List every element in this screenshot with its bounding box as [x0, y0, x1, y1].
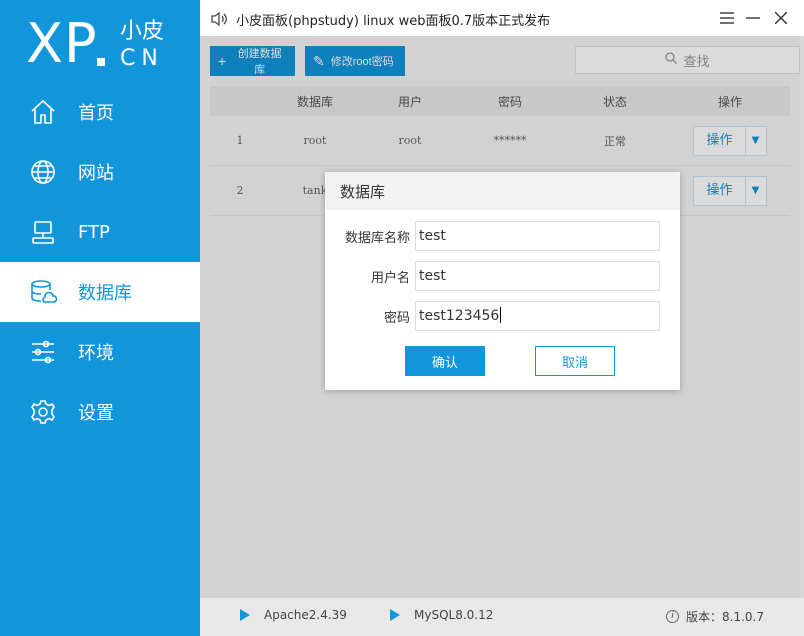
database-name-input[interactable]: test: [415, 221, 660, 251]
dialog-title-text: 数据库: [340, 182, 386, 201]
title-bar: 小皮面板(phpstudy) linux web面板0.7版本正式发布: [200, 0, 804, 36]
username-value: test: [419, 268, 446, 284]
logo-dot: [97, 58, 105, 66]
logo-cn-text: 小皮: [120, 19, 165, 44]
text-caret: [500, 307, 502, 323]
database-name-label: 数据库名称: [344, 231, 410, 246]
password-value: test123456: [419, 308, 500, 324]
database-dialog: 数据库 数据库名称 test 用户名 test 密码 test123456 确认…: [325, 172, 680, 390]
window-edge: [800, 36, 804, 636]
speaker-icon: [210, 10, 228, 28]
version-info: i 版本：8.1.0.7: [666, 608, 764, 625]
mysql-label: MySQL8.0.12: [414, 608, 494, 622]
sidebar-item-settings[interactable]: 设置: [0, 382, 200, 442]
sidebar-item-ftp[interactable]: FTP: [0, 202, 200, 262]
username-label: 用户名: [370, 271, 410, 286]
window-title: 小皮面板(phpstudy) linux web面板0.7版本正式发布: [236, 14, 551, 29]
sidebar-item-website[interactable]: 网站: [0, 142, 200, 202]
server-icon: [28, 217, 58, 247]
database-name-value: test: [419, 228, 446, 244]
password-input[interactable]: test123456: [415, 301, 660, 331]
globe-icon: [28, 157, 58, 187]
field-row-database-name: 数据库名称 test: [325, 221, 680, 251]
sidebar-item-label: FTP: [78, 221, 110, 243]
sidebar-item-label: 网站: [78, 163, 114, 184]
info-icon: i: [666, 610, 679, 623]
mysql-status[interactable]: MySQL8.0.12: [390, 608, 493, 622]
sidebar-item-home[interactable]: 首页: [0, 82, 200, 142]
logo-xp: XP: [26, 12, 98, 75]
menu-icon[interactable]: [717, 8, 737, 28]
sidebar-item-environment[interactable]: 环境: [0, 322, 200, 382]
apache-status[interactable]: Apache2.4.39: [240, 608, 347, 622]
close-icon[interactable]: [771, 8, 791, 28]
confirm-button[interactable]: 确认: [405, 346, 485, 376]
sidebar-nav: 首页 网站 FTP 数据库 环境 设置: [0, 82, 200, 442]
home-icon: [28, 97, 58, 127]
sidebar: XP 小皮 CN 首页 网站 FTP 数据库 环境 设置: [0, 0, 200, 636]
sidebar-item-label: 环境: [78, 343, 114, 364]
database-icon: [28, 277, 58, 307]
sidebar-item-label: 数据库: [78, 283, 132, 304]
minimize-icon[interactable]: [743, 8, 763, 28]
logo: XP 小皮 CN: [0, 0, 200, 82]
field-row-password: 密码 test123456: [325, 301, 680, 331]
sliders-icon: [28, 337, 58, 367]
status-bar: Apache2.4.39 MySQL8.0.12 i 版本：8.1.0.7: [200, 598, 804, 636]
cancel-button[interactable]: 取消: [535, 346, 615, 376]
sidebar-item-label: 首页: [78, 103, 114, 124]
password-label: 密码: [383, 311, 410, 326]
apache-label: Apache2.4.39: [264, 608, 347, 622]
play-icon: [240, 609, 250, 621]
sidebar-item-database[interactable]: 数据库: [0, 262, 200, 322]
version-label: 版本：8.1.0.7: [686, 610, 764, 624]
logo-en-text: CN: [120, 46, 164, 71]
sidebar-item-label: 设置: [78, 403, 114, 424]
dialog-title: 数据库: [325, 172, 680, 210]
play-icon: [390, 609, 400, 621]
field-row-username: 用户名 test: [325, 261, 680, 291]
username-input[interactable]: test: [415, 261, 660, 291]
gear-icon: [28, 397, 58, 427]
